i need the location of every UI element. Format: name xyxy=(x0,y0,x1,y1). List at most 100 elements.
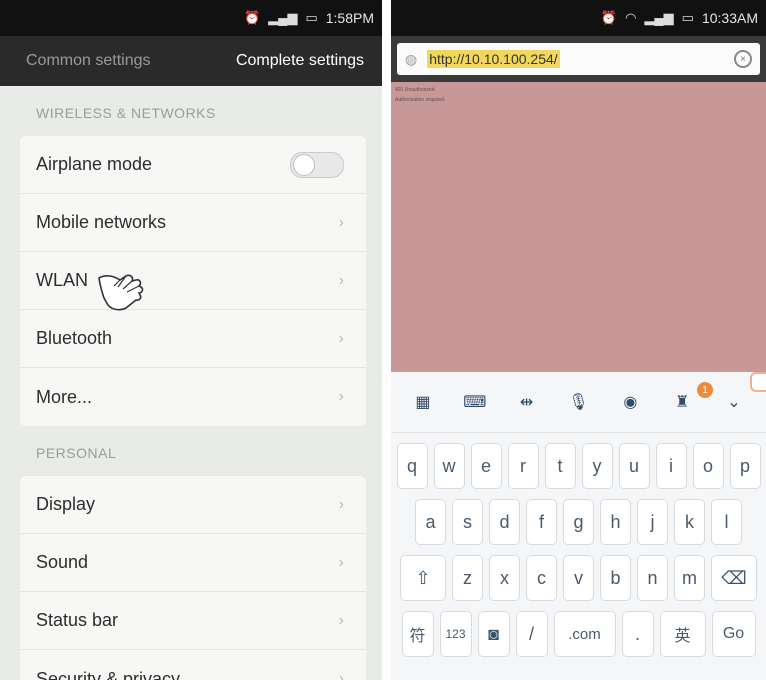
status-bar: ⏰ ▂▄▆ ▭ 1:58PM xyxy=(0,0,382,36)
notification-badge: 1 xyxy=(697,382,713,398)
setting-label: Airplane mode xyxy=(36,154,153,174)
keyboard-row-4: 符 123 ◙ / .com . 英 Go xyxy=(391,611,766,657)
keyboard-toolbar: ▦ ⌨ ⇹ 🎙 ◉ ♜ ⌄ 1 xyxy=(391,372,766,433)
clear-icon[interactable]: × xyxy=(734,50,752,68)
key-i[interactable]: i xyxy=(655,443,687,489)
signal-icon: ▂▄▆ xyxy=(268,10,298,25)
slash-key[interactable]: / xyxy=(515,611,548,657)
emoji-key[interactable]: ◙ xyxy=(477,611,510,657)
status-bar: ⏰ ◠ ▂▄▆ ▭ 10:33AM xyxy=(391,0,766,36)
chevron-right-icon: › xyxy=(338,495,344,513)
status-time: 10:33AM xyxy=(701,10,758,26)
side-tab-icon[interactable] xyxy=(750,372,766,392)
setting-wlan[interactable]: WLAN › xyxy=(20,252,366,310)
dotcom-key[interactable]: .com xyxy=(553,611,616,657)
tshirt-icon[interactable]: ♜ xyxy=(671,393,693,411)
key-e[interactable]: e xyxy=(470,443,502,489)
key-f[interactable]: f xyxy=(526,499,557,545)
section-header-personal: PERSONAL xyxy=(36,445,117,461)
settings-screen: ⏰ ▂▄▆ ▭ 1:58PM Common settings Complete … xyxy=(0,0,382,680)
battery-icon: ▭ xyxy=(681,10,694,25)
tab-complete-settings[interactable]: Complete settings xyxy=(236,52,364,70)
key-y[interactable]: y xyxy=(581,443,613,489)
globe-icon: ◍ xyxy=(405,50,418,67)
setting-more[interactable]: More... › xyxy=(20,368,366,426)
key-t[interactable]: t xyxy=(544,443,576,489)
key-w[interactable]: w xyxy=(433,443,465,489)
key-p[interactable]: p xyxy=(729,443,761,489)
alarm-icon: ⏰ xyxy=(244,10,261,25)
key-s[interactable]: s xyxy=(452,499,483,545)
key-q[interactable]: q xyxy=(396,443,428,489)
setting-label: Bluetooth xyxy=(36,328,113,348)
key-n[interactable]: n xyxy=(637,555,668,601)
key-z[interactable]: z xyxy=(452,555,483,601)
key-v[interactable]: v xyxy=(563,555,594,601)
keyboard-row-2: a s d f g h j k l xyxy=(391,499,766,545)
chevron-right-icon: › xyxy=(338,611,344,629)
page-error-detail: Authorization required. xyxy=(395,97,446,103)
apps-icon[interactable]: ▦ xyxy=(412,393,434,411)
setting-bluetooth[interactable]: Bluetooth › xyxy=(20,310,366,368)
browser-screen: ⏰ ◠ ▂▄▆ ▭ 10:33AM ◍ http://10.10.100.254… xyxy=(391,0,766,680)
key-k[interactable]: k xyxy=(674,499,705,545)
camera-icon[interactable]: ◉ xyxy=(619,393,641,411)
key-g[interactable]: g xyxy=(563,499,594,545)
chevron-right-icon: › xyxy=(338,271,344,289)
setting-security-privacy[interactable]: Security & privacy › xyxy=(20,650,366,680)
setting-airplane-mode[interactable]: Airplane mode xyxy=(20,136,366,194)
soft-keyboard: ▦ ⌨ ⇹ 🎙 ◉ ♜ ⌄ 1 q w e r t y u i o p a s … xyxy=(391,372,766,680)
key-u[interactable]: u xyxy=(618,443,650,489)
url-text: http://10.10.100.254/ xyxy=(427,50,560,68)
airplane-mode-toggle[interactable] xyxy=(290,151,344,178)
key-c[interactable]: c xyxy=(526,555,557,601)
key-h[interactable]: h xyxy=(600,499,631,545)
backspace-icon: ⌫ xyxy=(721,567,747,588)
period-key[interactable]: . xyxy=(621,611,654,657)
alarm-icon: ⏰ xyxy=(600,10,618,25)
pointing-hand-icon xyxy=(98,274,144,311)
personal-group: Display › Sound › Status bar › Security … xyxy=(20,476,366,680)
battery-icon: ▭ xyxy=(305,10,318,25)
chevron-right-icon: › xyxy=(338,670,344,680)
signal-icon: ▂▄▆ xyxy=(644,10,674,25)
chevron-right-icon: › xyxy=(338,329,344,347)
setting-display[interactable]: Display › xyxy=(20,476,366,534)
setting-status-bar[interactable]: Status bar › xyxy=(20,592,366,650)
setting-label: Display xyxy=(36,494,96,514)
shift-key[interactable]: ⇧ xyxy=(400,555,446,601)
go-key[interactable]: Go xyxy=(711,611,756,657)
url-input[interactable]: ◍ http://10.10.100.254/ × xyxy=(397,43,760,75)
key-l[interactable]: l xyxy=(711,499,742,545)
key-d[interactable]: d xyxy=(489,499,520,545)
tab-common-settings[interactable]: Common settings xyxy=(26,52,151,70)
key-r[interactable]: r xyxy=(507,443,539,489)
setting-label: Status bar xyxy=(36,610,119,630)
key-m[interactable]: m xyxy=(674,555,705,601)
toggle-knob xyxy=(293,153,315,176)
key-o[interactable]: o xyxy=(692,443,724,489)
setting-mobile-networks[interactable]: Mobile networks › xyxy=(20,194,366,252)
backspace-key[interactable]: ⌫ xyxy=(711,555,757,601)
section-header-wireless: WIRELESS & NETWORKS xyxy=(36,105,216,121)
status-time: 1:58PM xyxy=(325,10,374,26)
browser-url-bar: ◍ http://10.10.100.254/ × xyxy=(391,36,766,82)
cursor-icon[interactable]: ⇹ xyxy=(516,393,538,411)
mic-icon[interactable]: 🎙 xyxy=(567,393,589,411)
numbers-key[interactable]: 123 xyxy=(439,611,472,657)
setting-sound[interactable]: Sound › xyxy=(20,534,366,592)
wifi-icon: ◠ xyxy=(625,10,637,25)
symbol-key[interactable]: 符 xyxy=(401,611,434,657)
collapse-icon[interactable]: ⌄ xyxy=(723,393,745,411)
chevron-right-icon: › xyxy=(338,553,344,571)
chevron-right-icon: › xyxy=(338,213,344,231)
setting-label: Sound xyxy=(36,552,89,572)
settings-tabs: Common settings Complete settings xyxy=(0,36,382,86)
key-b[interactable]: b xyxy=(600,555,631,601)
keyboard-icon[interactable]: ⌨ xyxy=(463,393,486,411)
key-x[interactable]: x xyxy=(489,555,520,601)
key-j[interactable]: j xyxy=(637,499,668,545)
key-a[interactable]: a xyxy=(415,499,446,545)
keyboard-row-1: q w e r t y u i o p xyxy=(391,443,766,489)
language-key[interactable]: 英 xyxy=(659,611,706,657)
